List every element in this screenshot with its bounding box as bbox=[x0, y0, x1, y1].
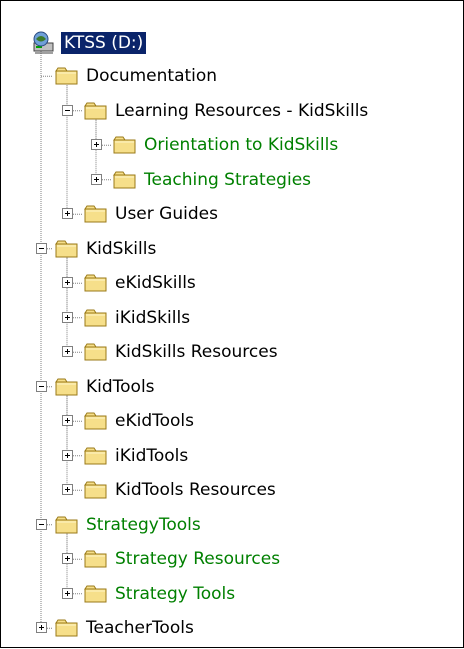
expand-plus-icon[interactable] bbox=[62, 449, 73, 461]
expand-plus-icon[interactable] bbox=[91, 139, 102, 151]
tree-item-label[interactable]: Documentation bbox=[83, 65, 220, 87]
tree-item-label[interactable]: iKidTools bbox=[112, 445, 191, 467]
tree-item-label[interactable]: Strategy Tools bbox=[112, 583, 238, 605]
open-folder-icon bbox=[55, 515, 79, 535]
tree-item[interactable]: KidTools bbox=[1, 370, 461, 404]
tree-item[interactable]: eKidSkills bbox=[1, 266, 461, 300]
tree-item-label[interactable]: KidSkills bbox=[83, 238, 159, 260]
folder-icon bbox=[84, 342, 108, 362]
tree-item-label[interactable]: KidTools bbox=[83, 376, 158, 398]
expand-plus-icon[interactable] bbox=[62, 346, 73, 358]
tree-item[interactable]: User Guides bbox=[1, 197, 461, 231]
tree-item[interactable]: KidSkills Resources bbox=[1, 335, 461, 369]
tree-item-label[interactable]: Learning Resources - KidSkills bbox=[112, 100, 371, 122]
drive-icon bbox=[31, 31, 57, 55]
tree-item[interactable]: StrategyTools bbox=[1, 508, 461, 542]
open-folder-icon bbox=[84, 101, 108, 121]
tree-item[interactable]: Documentation bbox=[1, 59, 461, 93]
tree-item[interactable]: KidSkills bbox=[1, 232, 461, 266]
folder-icon bbox=[55, 66, 79, 86]
tree-item[interactable]: iKidTools bbox=[1, 439, 461, 473]
collapse-minus-icon[interactable] bbox=[62, 104, 73, 116]
folder-icon bbox=[55, 618, 79, 638]
expand-plus-icon[interactable] bbox=[62, 311, 73, 323]
tree-item[interactable]: Orientation to KidSkills bbox=[1, 128, 461, 162]
tree-root-row[interactable]: KTSS (D:) bbox=[31, 26, 148, 60]
expand-plus-icon[interactable] bbox=[62, 415, 73, 427]
tree-item-label[interactable]: eKidSkills bbox=[112, 272, 199, 294]
folder-icon bbox=[84, 549, 108, 569]
tree-item[interactable]: TeacherTools bbox=[1, 611, 461, 645]
folder-icon bbox=[84, 584, 108, 604]
tree-item-label[interactable]: Orientation to KidSkills bbox=[141, 134, 341, 156]
tree-item-label[interactable]: eKidTools bbox=[112, 410, 197, 432]
folder-icon bbox=[113, 170, 137, 190]
folder-icon bbox=[84, 411, 108, 431]
expand-plus-icon[interactable] bbox=[36, 622, 47, 634]
tree-item[interactable]: Strategy Tools bbox=[1, 577, 461, 611]
expand-plus-icon[interactable] bbox=[62, 553, 73, 565]
collapse-minus-icon[interactable] bbox=[36, 380, 47, 392]
tree-item-label[interactable]: Teaching Strategies bbox=[141, 169, 314, 191]
folder-icon bbox=[84, 446, 108, 466]
expand-plus-icon[interactable] bbox=[62, 587, 73, 599]
tree-item-label[interactable]: User Guides bbox=[112, 203, 221, 225]
expand-plus-icon[interactable] bbox=[91, 173, 102, 185]
open-folder-icon bbox=[55, 239, 79, 259]
collapse-minus-icon[interactable] bbox=[36, 518, 47, 530]
folder-icon bbox=[84, 204, 108, 224]
tree-item[interactable]: KidTools Resources bbox=[1, 473, 461, 507]
collapse-minus-icon[interactable] bbox=[36, 242, 47, 254]
tree-item-label[interactable]: KidTools Resources bbox=[112, 479, 279, 501]
root-drive-label[interactable]: KTSS (D:) bbox=[59, 31, 148, 55]
tree-item[interactable]: Teaching Strategies bbox=[1, 163, 461, 197]
folder-icon bbox=[84, 273, 108, 293]
folder-tree-panel: KTSS (D:) Documentation Learning Resource… bbox=[0, 0, 464, 648]
open-folder-icon bbox=[55, 377, 79, 397]
tree-item-label[interactable]: TeacherTools bbox=[83, 617, 197, 639]
tree-item[interactable]: Strategy Resources bbox=[1, 542, 461, 576]
tree-item-label[interactable]: StrategyTools bbox=[83, 514, 204, 536]
tree-item[interactable]: Learning Resources - KidSkills bbox=[1, 94, 461, 128]
expand-plus-icon[interactable] bbox=[62, 208, 73, 220]
tree-item-label[interactable]: Strategy Resources bbox=[112, 548, 283, 570]
folder-tree: KTSS (D:) Documentation Learning Resource… bbox=[1, 1, 464, 649]
tree-item[interactable]: eKidTools bbox=[1, 404, 461, 438]
folder-icon bbox=[84, 308, 108, 328]
tree-item-label[interactable]: iKidSkills bbox=[112, 307, 193, 329]
tree-item-label[interactable]: KidSkills Resources bbox=[112, 341, 281, 363]
expand-plus-icon[interactable] bbox=[62, 484, 73, 496]
expand-plus-icon[interactable] bbox=[62, 277, 73, 289]
folder-icon bbox=[113, 135, 137, 155]
folder-icon bbox=[84, 480, 108, 500]
tree-item[interactable]: iKidSkills bbox=[1, 301, 461, 335]
